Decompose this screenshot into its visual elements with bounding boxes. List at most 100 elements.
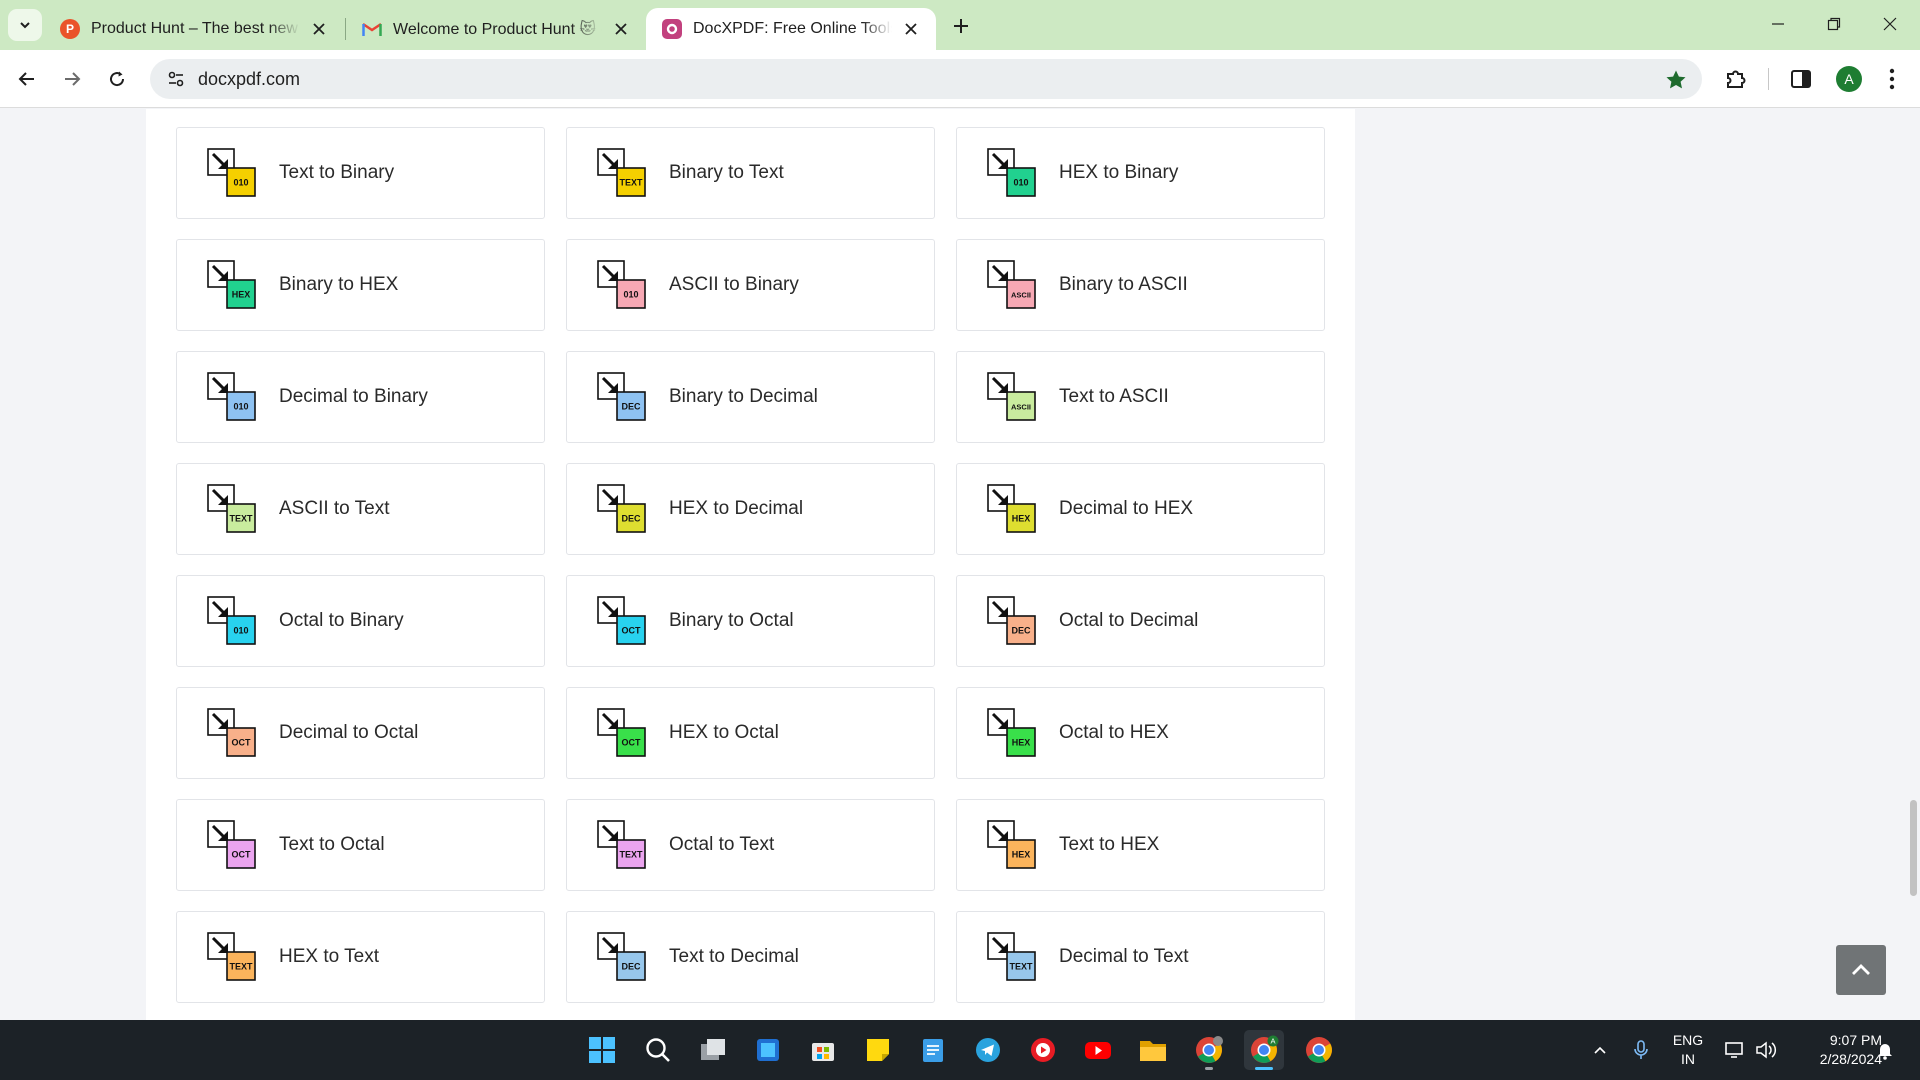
- tool-card-hex-to-binary[interactable]: 010 HEX to Binary: [956, 127, 1325, 219]
- taskbar-media-player-button[interactable]: [1023, 1030, 1063, 1070]
- close-tab-button[interactable]: [610, 18, 632, 40]
- language-indicator[interactable]: ENG IN: [1664, 1031, 1712, 1069]
- taskbar-file-explorer-button[interactable]: [1133, 1030, 1173, 1070]
- side-panel-button[interactable]: [1787, 65, 1815, 93]
- scrollbar-thumb[interactable]: [1910, 800, 1917, 896]
- taskbar-youtube-button[interactable]: [1078, 1030, 1118, 1070]
- tool-card-octal-to-binary[interactable]: 010 Octal to Binary: [176, 575, 545, 667]
- address-bar[interactable]: docxpdf.com: [150, 59, 1702, 99]
- profile-avatar[interactable]: A: [1836, 66, 1862, 92]
- tool-card-decimal-to-octal[interactable]: OCT Decimal to Octal: [176, 687, 545, 779]
- close-icon: [905, 23, 917, 35]
- back-button[interactable]: [9, 61, 45, 97]
- convert-file-icon: TEXT: [597, 820, 646, 869]
- tab-search-button[interactable]: [8, 9, 42, 41]
- close-tab-button[interactable]: [308, 18, 330, 40]
- microphone-button[interactable]: [1627, 1036, 1655, 1064]
- taskbar-chrome-profile-a-button[interactable]: A: [1244, 1030, 1284, 1070]
- gmail-icon: [362, 19, 382, 39]
- taskbar-microsoft-store-button[interactable]: [803, 1030, 843, 1070]
- forward-button[interactable]: [54, 61, 90, 97]
- restore-button[interactable]: [1806, 4, 1862, 44]
- network-icon: [1725, 1042, 1743, 1058]
- close-tab-button[interactable]: [900, 18, 922, 40]
- tool-label: Octal to Decimal: [1059, 610, 1199, 631]
- tool-label: HEX to Octal: [669, 722, 779, 743]
- tool-label: Binary to ASCII: [1059, 274, 1188, 295]
- tool-card-decimal-to-text[interactable]: TEXT Decimal to Text: [956, 911, 1325, 1003]
- tool-card-decimal-to-hex[interactable]: HEX Decimal to HEX: [956, 463, 1325, 555]
- extensions-button[interactable]: [1722, 65, 1750, 93]
- taskbar-telegram-button[interactable]: [968, 1030, 1008, 1070]
- convert-file-icon: HEX: [207, 260, 256, 309]
- taskbar-search-button[interactable]: [638, 1030, 678, 1070]
- scroll-to-top-button[interactable]: [1836, 945, 1886, 995]
- format-badge-text: HEX: [1012, 514, 1031, 524]
- volume-button[interactable]: [1752, 1036, 1780, 1064]
- clock-time: 9:07 PM: [1829, 1032, 1882, 1048]
- tool-card-binary-to-ascii[interactable]: ASCII Binary to ASCII: [956, 239, 1325, 331]
- task-view-icon: [701, 1039, 725, 1060]
- tab-title: Welcome to Product Hunt 😻 - Gmail: [393, 21, 602, 38]
- tool-card-binary-to-decimal[interactable]: DEC Binary to Decimal: [566, 351, 935, 443]
- product-hunt-icon: P: [60, 19, 80, 39]
- tool-card-text-to-ascii[interactable]: ASCII Text to ASCII: [956, 351, 1325, 443]
- tool-card-binary-to-hex[interactable]: HEX Binary to HEX: [176, 239, 545, 331]
- minimize-icon: [1772, 23, 1784, 25]
- tool-card-decimal-to-binary[interactable]: 010 Decimal to Binary: [176, 351, 545, 443]
- tool-label: Text to HEX: [1059, 834, 1160, 855]
- taskbar-notepad-button[interactable]: [913, 1030, 953, 1070]
- tool-label: Binary to HEX: [279, 274, 399, 295]
- minimize-button[interactable]: [1750, 4, 1806, 44]
- microsoft-store-icon: [812, 1043, 834, 1061]
- close-window-button[interactable]: [1862, 4, 1918, 44]
- convert-file-icon: ASCII: [987, 260, 1036, 309]
- more-vertical-icon: [1889, 68, 1895, 90]
- reload-button[interactable]: [99, 61, 135, 97]
- taskbar-chrome-alt-button[interactable]: [1299, 1030, 1339, 1070]
- tool-card-ascii-to-binary[interactable]: 010 ASCII to Binary: [566, 239, 935, 331]
- tool-card-hex-to-decimal[interactable]: DEC HEX to Decimal: [566, 463, 935, 555]
- site-info-button[interactable]: [154, 59, 198, 99]
- taskbar-sticky-notes-button[interactable]: [858, 1030, 898, 1070]
- tool-card-binary-to-octal[interactable]: OCT Binary to Octal: [566, 575, 935, 667]
- taskbar-chrome-button[interactable]: [1189, 1030, 1229, 1070]
- convert-file-icon: OCT: [207, 820, 256, 869]
- tab-gmail[interactable]: Welcome to Product Hunt 😻 - Gmail: [346, 8, 646, 50]
- bookmark-star-icon[interactable]: [1664, 68, 1688, 92]
- tool-card-text-to-decimal[interactable]: DEC Text to Decimal: [566, 911, 935, 1003]
- tab-product-hunt[interactable]: P Product Hunt – The best new products i…: [44, 8, 344, 50]
- new-tab-button[interactable]: [946, 11, 976, 41]
- show-hidden-icons-button[interactable]: [1586, 1036, 1614, 1064]
- media-player-icon: [1031, 1038, 1055, 1062]
- convert-file-icon: ASCII: [987, 372, 1036, 421]
- chevron-up-icon: [1852, 964, 1870, 975]
- convert-file-icon: DEC: [597, 932, 646, 981]
- tool-card-octal-to-text[interactable]: TEXT Octal to Text: [566, 799, 935, 891]
- tool-card-hex-to-octal[interactable]: OCT HEX to Octal: [566, 687, 935, 779]
- tool-card-text-to-binary[interactable]: 010 Text to Binary: [176, 127, 545, 219]
- chrome-menu-button[interactable]: [1878, 65, 1906, 93]
- tool-card-binary-to-text[interactable]: TEXT Binary to Text: [566, 127, 935, 219]
- taskbar-start-button[interactable]: [582, 1030, 622, 1070]
- windows-taskbar: A ENG IN 9:07 PM 2/28/2024: [0, 1020, 1920, 1080]
- convert-file-icon: OCT: [597, 596, 646, 645]
- tool-card-text-to-hex[interactable]: HEX Text to HEX: [956, 799, 1325, 891]
- clock[interactable]: 9:07 PM 2/28/2024: [1788, 1031, 1882, 1069]
- convert-file-icon: DEC: [597, 372, 646, 421]
- tool-card-octal-to-hex[interactable]: HEX Octal to HEX: [956, 687, 1325, 779]
- network-button[interactable]: [1721, 1036, 1749, 1064]
- tool-card-octal-to-decimal[interactable]: DEC Octal to Decimal: [956, 575, 1325, 667]
- close-icon: [615, 23, 627, 35]
- taskbar-task-view-button[interactable]: [693, 1030, 733, 1070]
- url-text[interactable]: docxpdf.com: [198, 69, 300, 90]
- taskbar-widgets-button[interactable]: [748, 1030, 788, 1070]
- tool-card-hex-to-text[interactable]: TEXT HEX to Text: [176, 911, 545, 1003]
- tool-card-text-to-octal[interactable]: OCT Text to Octal: [176, 799, 545, 891]
- tool-card-ascii-to-text[interactable]: TEXT ASCII to Text: [176, 463, 545, 555]
- notifications-button[interactable]: [1871, 1036, 1899, 1064]
- clock-date: 2/28/2024: [1819, 1051, 1882, 1067]
- format-badge-text: OCT: [232, 850, 252, 860]
- tab-docxpdf[interactable]: DocXPDF: Free Online Tools • Fast: [646, 8, 936, 50]
- convert-file-icon: HEX: [987, 820, 1036, 869]
